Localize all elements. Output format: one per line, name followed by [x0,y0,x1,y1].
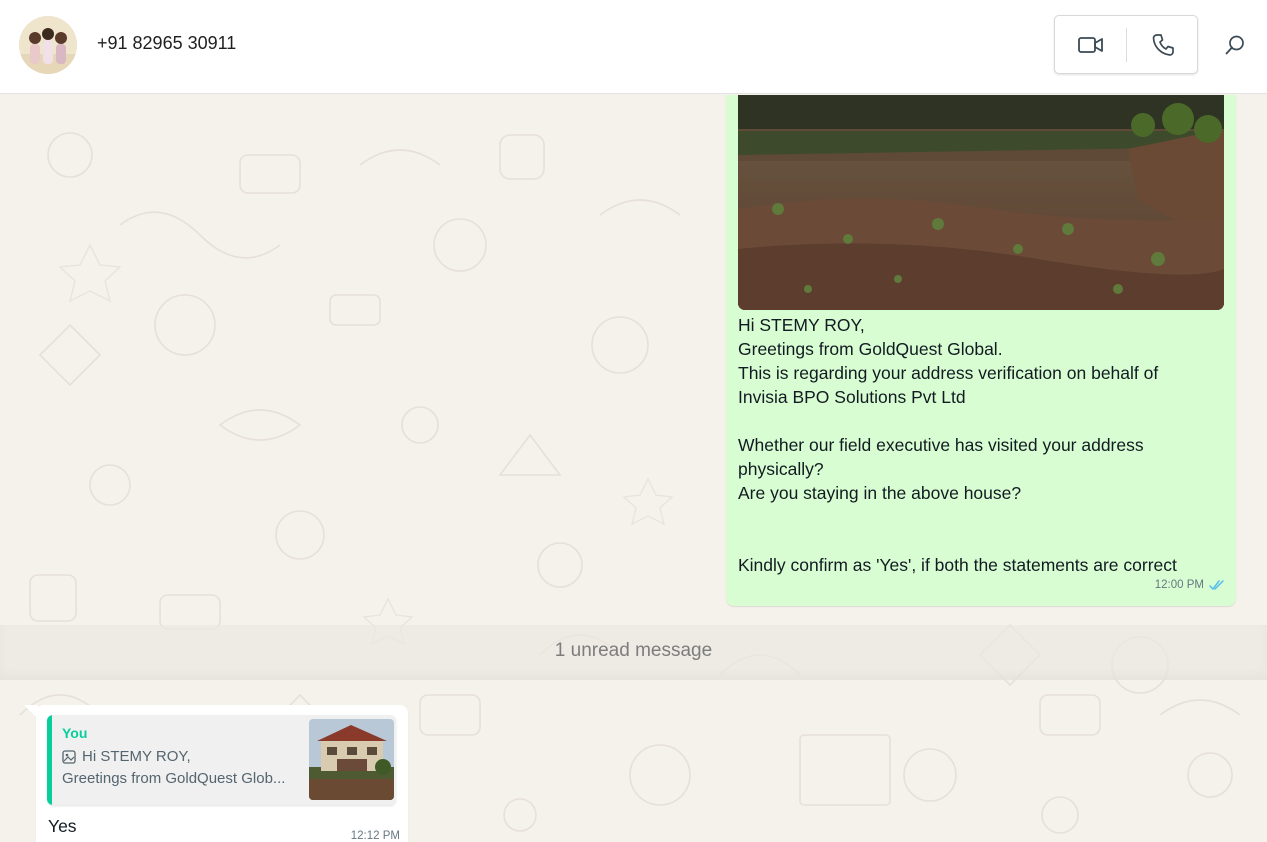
message-list[interactable]: Hi STEMY ROY, Greetings from GoldQuest G… [0,95,1267,842]
image-icon [62,749,76,764]
quote-author: You [62,725,88,741]
phone-icon [1152,33,1174,56]
message-image[interactable] [738,95,1224,310]
incoming-message-text: Yes [48,816,77,836]
quoted-message[interactable]: You Hi STEMY ROY, Greetings from GoldQue… [47,715,396,805]
outgoing-message-text: Hi STEMY ROY, Greetings from GoldQuest G… [738,315,1177,575]
double-check-read-icon [1209,580,1224,591]
incoming-message-time: 12:12 PM [350,830,400,842]
yard-photo [738,95,1224,310]
unread-messages-label: 1 unread message [554,640,713,661]
search-button[interactable] [1218,28,1252,62]
quote-thumbnail [309,719,394,800]
contact-avatar[interactable] [19,16,77,74]
video-camera-icon [1077,36,1103,53]
whatsapp-chat-window: +91 82965 30911 Hi STEMY ROY, Greetings … [0,0,1267,842]
voice-call-button[interactable] [1127,16,1198,73]
quote-accent-bar [47,715,52,805]
quote-second-line: Greetings from GoldQuest Glob... [62,770,286,787]
quote-line1-text: Hi STEMY ROY, [82,748,191,765]
outgoing-message-bubble[interactable]: Hi STEMY ROY, Greetings from GoldQuest G… [726,95,1236,606]
search-icon [1225,35,1244,55]
call-button-group [1054,15,1198,74]
avatar-photo [19,16,77,74]
quote-first-line: Hi STEMY ROY, [62,748,191,765]
outgoing-message-time: 12:00 PM [1154,579,1204,591]
contact-name[interactable]: +91 82965 30911 [97,33,236,54]
incoming-message-bubble[interactable]: You Hi STEMY ROY, Greetings from GoldQue… [36,705,408,842]
house-thumbnail [309,719,394,800]
chat-header: +91 82965 30911 [0,0,1267,94]
video-call-button[interactable] [1055,16,1126,73]
